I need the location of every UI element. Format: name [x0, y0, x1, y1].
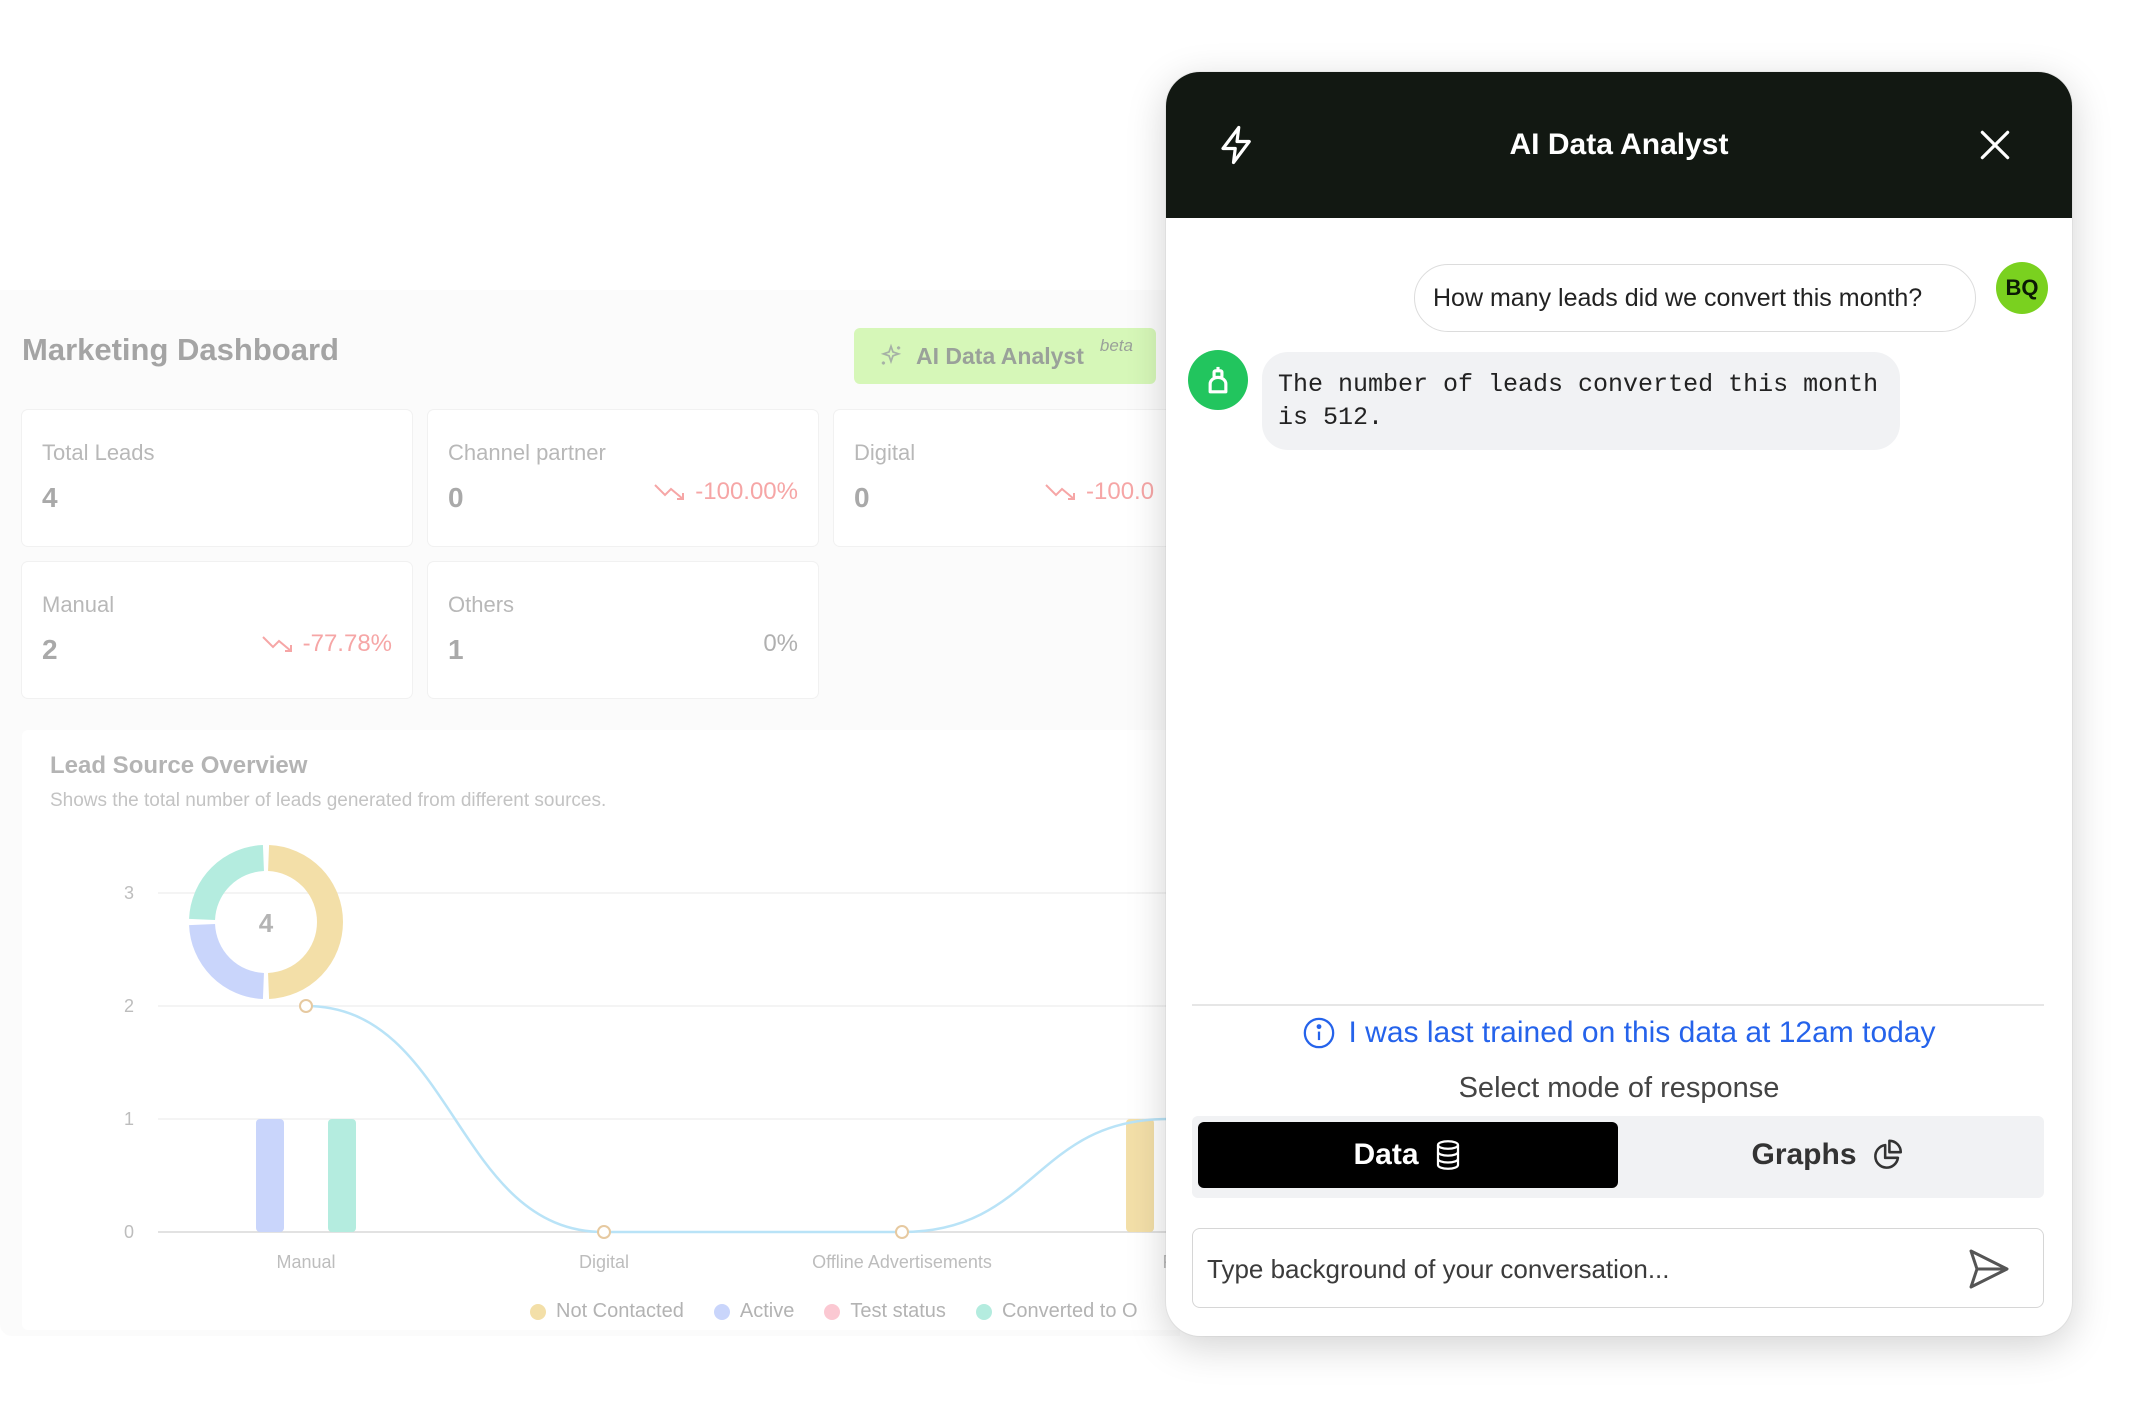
database-icon	[1436, 1140, 1459, 1170]
chart-legend: Not Contacted Active Test status Convert…	[530, 1300, 1138, 1323]
legend-swatch	[824, 1303, 841, 1320]
lead-source-chart: 0123ManualDigitalOffline AdvertisementsF…	[124, 845, 1180, 1272]
line-point	[299, 999, 313, 1013]
y-tick-label: 3	[124, 883, 134, 903]
select-mode-label: Select mode of response	[1458, 1072, 1780, 1104]
x-tick-label: Manual	[276, 1252, 335, 1272]
conversation-input-box	[1192, 1228, 2044, 1309]
pie-chart-icon	[1873, 1139, 1902, 1169]
bot-icon	[1208, 366, 1228, 394]
mode-data-label: Data	[1353, 1138, 1419, 1171]
chat-title: AI Data Analyst	[1509, 128, 1729, 161]
conversation-input[interactable]	[1205, 1229, 1949, 1309]
legend-label: Converted to O	[1001, 1300, 1138, 1322]
bot-message: The number of leads converted this month…	[1262, 352, 1900, 450]
bar	[328, 1119, 356, 1232]
line-point	[597, 1225, 611, 1239]
legend-label: Not Contacted	[556, 1300, 684, 1322]
info-icon	[1304, 1017, 1335, 1049]
bar	[256, 1119, 284, 1232]
trained-notice: I was last trained on this data at 12am …	[1166, 1016, 2072, 1050]
mode-graphs-label: Graphs	[1751, 1138, 1857, 1171]
x-tick-label: Digital	[579, 1252, 629, 1272]
user-message: How many leads did we convert this month…	[1414, 264, 1976, 332]
bot-avatar	[1188, 350, 1248, 410]
line-point	[895, 1225, 909, 1239]
mode-data-button[interactable]: Data	[1198, 1122, 1618, 1188]
donut-segment	[267, 845, 343, 999]
donut-segment	[189, 923, 265, 999]
send-icon[interactable]	[1965, 1245, 2013, 1293]
y-tick-label: 1	[124, 1109, 134, 1129]
legend-item[interactable]: Converted to O	[975, 1300, 1138, 1323]
legend-swatch	[975, 1303, 992, 1320]
ai-chat-window: AI Data Analyst How many leads did we co…	[1166, 72, 2072, 1336]
legend-item[interactable]: Test status	[824, 1300, 946, 1323]
legend-swatch	[713, 1303, 730, 1320]
legend-swatch	[530, 1303, 546, 1320]
mode-graphs-button[interactable]: Graphs	[1618, 1122, 2038, 1188]
y-tick-label: 2	[124, 996, 134, 1016]
trained-notice-text: I was last trained on this data at 12am …	[1348, 1016, 1936, 1049]
legend-item[interactable]: Active	[713, 1300, 795, 1323]
legend-label: Active	[739, 1300, 795, 1322]
donut-segment	[189, 845, 265, 921]
legend-label: Test status	[850, 1300, 946, 1322]
divider	[1192, 1004, 2044, 1006]
donut-total: 4	[259, 908, 274, 938]
legend-item[interactable]: Not Contacted	[530, 1300, 684, 1323]
chat-header: AI Data Analyst	[1166, 72, 2072, 218]
avatar: BQ	[1996, 262, 2048, 314]
y-tick-label: 0	[124, 1222, 134, 1242]
close-icon[interactable]	[1976, 126, 2014, 164]
x-tick-label: Offline Advertisements	[812, 1252, 992, 1272]
response-mode-toggle: Data Graphs	[1192, 1116, 2044, 1198]
bar	[1126, 1119, 1154, 1232]
bolt-icon	[1221, 125, 1251, 165]
